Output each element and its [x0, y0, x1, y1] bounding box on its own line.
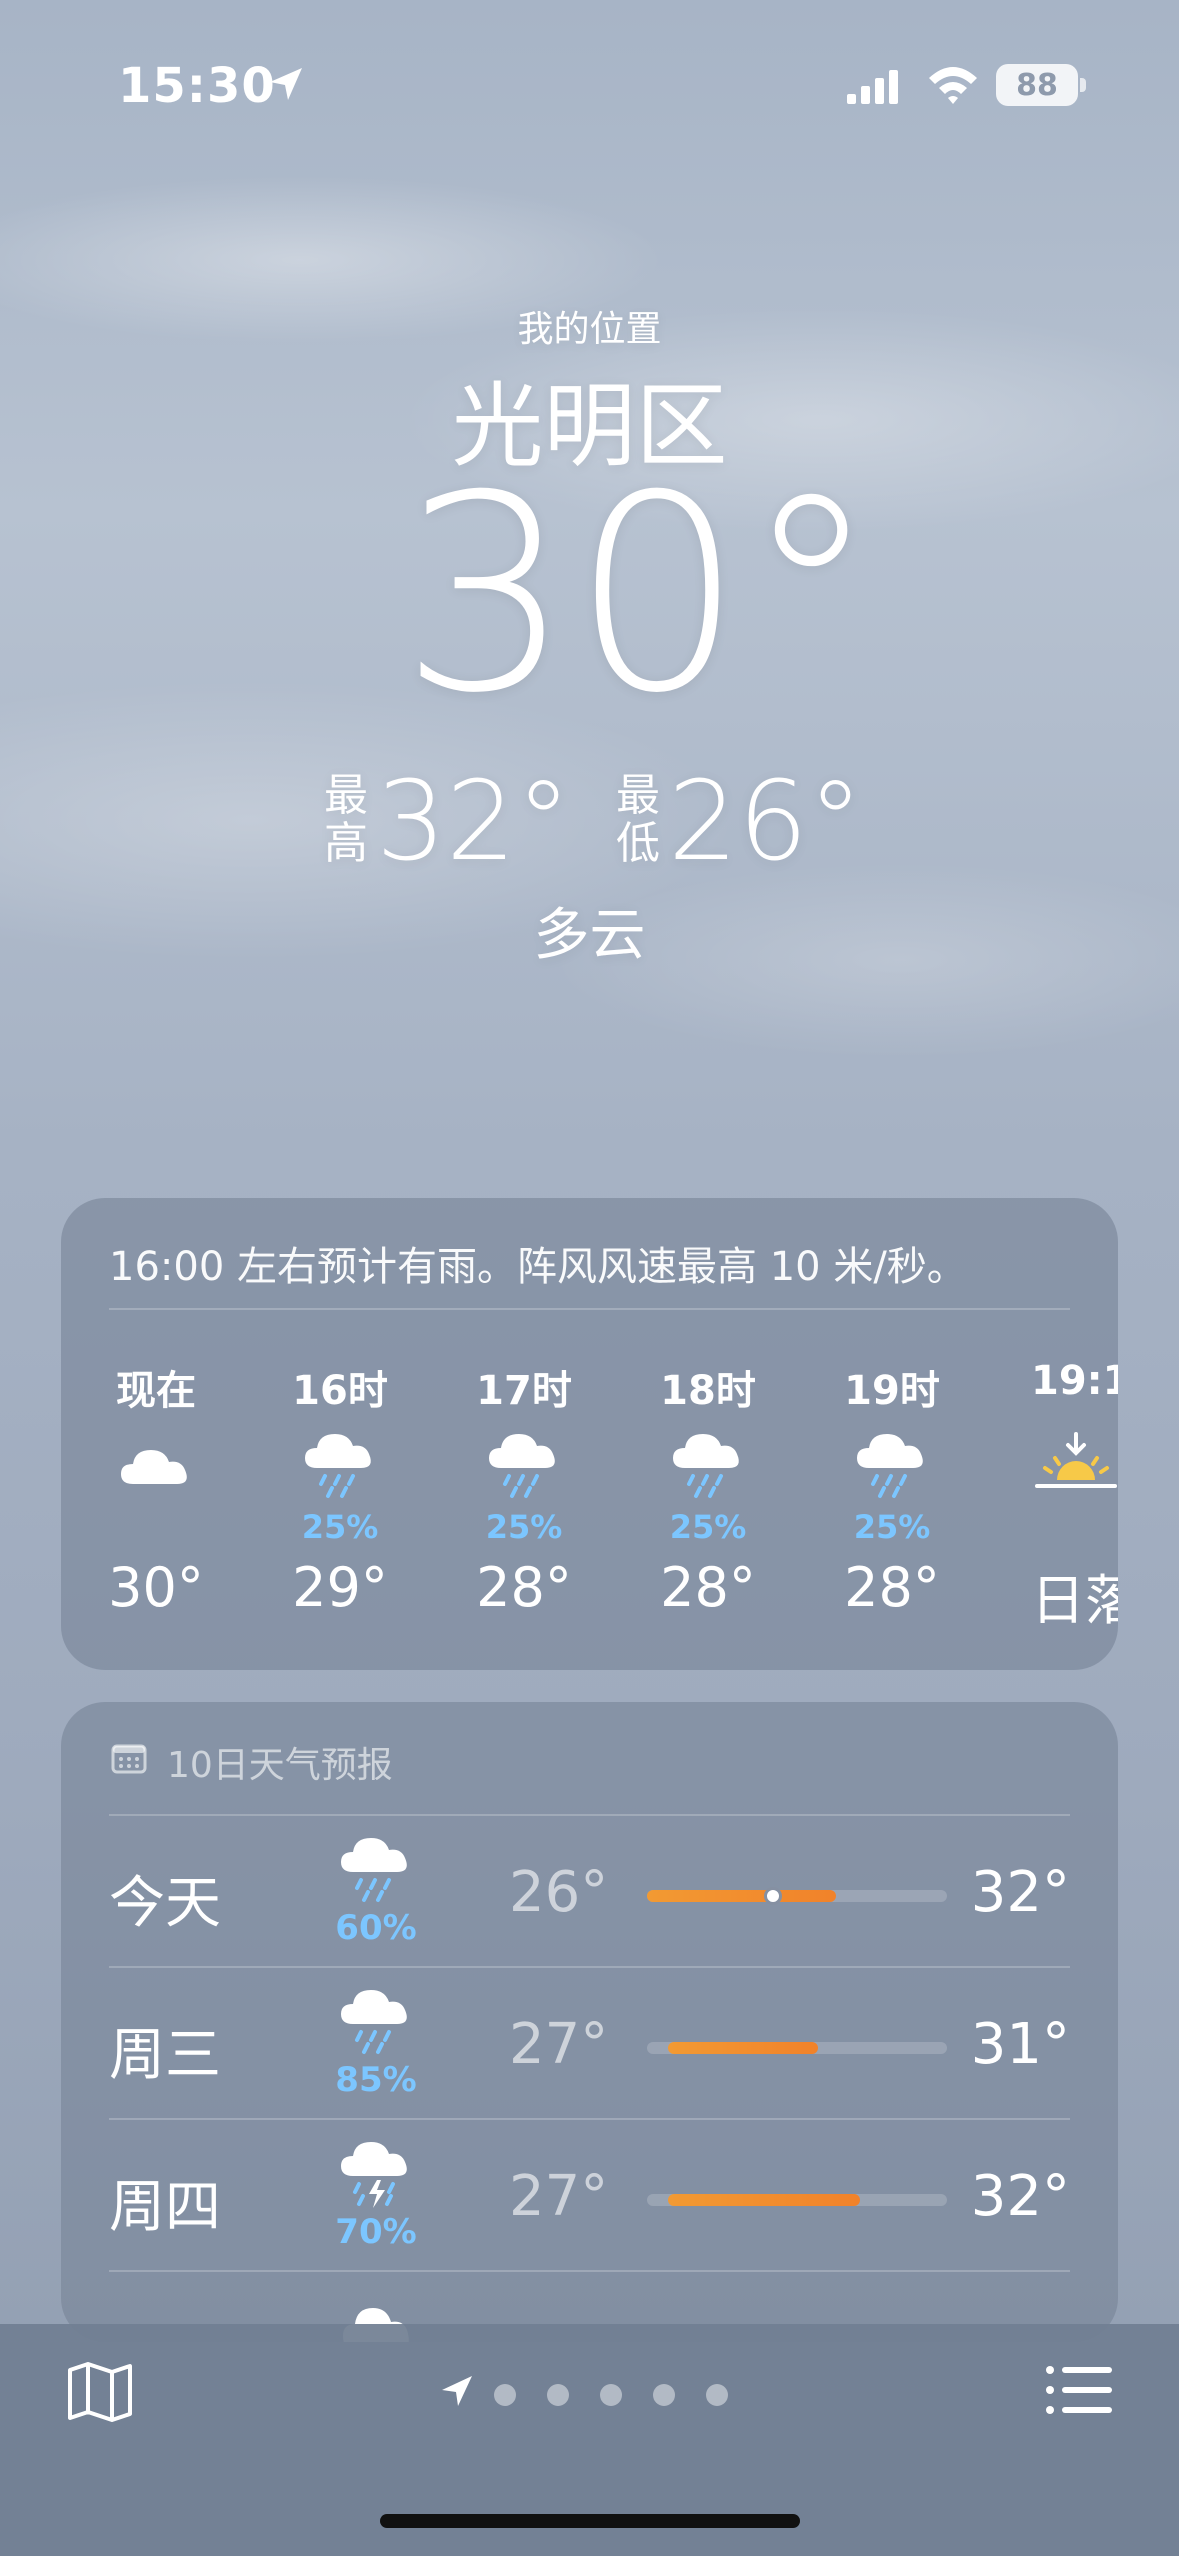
hour-precip: 25% [485, 1508, 563, 1546]
low-temperature: 26° [668, 757, 863, 885]
battery-level: 88 [1016, 67, 1058, 103]
page-dot[interactable] [653, 2384, 675, 2406]
cellular-signal-icon [847, 70, 898, 104]
day-name: 周四 [109, 2175, 221, 2240]
day-low: 26° [509, 1860, 609, 1925]
ten-day-title: 10日天气预报 [167, 1745, 393, 1786]
cloud-rain-icon [489, 1434, 555, 1498]
temperature-range-fill [668, 2042, 818, 2054]
battery-indicator: 88 [996, 64, 1078, 106]
hour-temp: 30° [108, 1556, 204, 1619]
temperature-range-bar [647, 2194, 947, 2206]
battery-tip [1080, 78, 1086, 92]
my-location-label: 我的位置 [517, 309, 662, 350]
current-temp-marker [764, 1887, 782, 1905]
current-temperature: 30° [400, 437, 879, 752]
day-precip: 60% [335, 1908, 417, 1948]
page-dot[interactable] [547, 2384, 569, 2406]
hour-precip [91, 1508, 221, 1548]
high-label-top: 最 [324, 770, 368, 821]
map-icon[interactable] [66, 2360, 134, 2424]
high-label-bottom: 高 [324, 818, 368, 869]
hour-precip: 25% [669, 1508, 747, 1546]
weather-condition: 多云 [533, 903, 646, 968]
cloud-rain-icon [673, 1434, 739, 1498]
high-low-temperatures: 最 高 32° 最 低 26° [322, 757, 863, 900]
hour-item: 现在 30° [91, 1358, 221, 1619]
day-low: 27° [509, 2164, 609, 2229]
temperature-range-bar [647, 2042, 947, 2054]
cloud-thunderstorm-icon [341, 2142, 407, 2208]
day-precip: 70% [335, 2212, 417, 2252]
day-name: 今天 [109, 1871, 221, 1936]
hourly-scroll[interactable]: 现在 30° 16时 25% 29° 17时 25% 28° 18时 25% 2… [61, 1358, 1118, 1658]
hour-precip: 25% [853, 1508, 931, 1546]
day-row-wed[interactable]: 周三 85% 27° 31° [109, 1968, 1070, 2118]
hour-label: 19时 [844, 1368, 940, 1414]
high-temperature: 32° [376, 757, 571, 885]
temperature-range-fill [647, 1890, 836, 1902]
divider [109, 1308, 1070, 1310]
calendar-icon [111, 1744, 147, 1774]
hourly-forecast-card[interactable]: 16:00 左右预计有雨。阵风风速最高 10 米/秒。 现在 30° 16时 2… [61, 1198, 1118, 1670]
low-label-top: 最 [616, 770, 660, 821]
divider [109, 2270, 1070, 2272]
cloud-icon [121, 1450, 187, 1484]
hour-item: 19时 25% 28° [827, 1358, 957, 1619]
location-arrow-icon [270, 68, 302, 100]
day-high: 32° [970, 2164, 1070, 2229]
hour-label: 17时 [476, 1368, 572, 1414]
cloud-rain-icon [341, 1838, 407, 1902]
hour-label: 16时 [292, 1368, 388, 1414]
hour-temp: 28° [844, 1556, 940, 1619]
temperature-range-bar [647, 1887, 947, 1905]
day-row-today[interactable]: 今天 60% 26° 32° [109, 1816, 1070, 1966]
sunset-icon [1035, 1432, 1117, 1488]
hour-precip: 25% [301, 1508, 379, 1546]
cloud-rain-icon [305, 1434, 371, 1498]
hour-temp: 29° [292, 1556, 388, 1619]
day-row-thu[interactable]: 周四 70% 27° 32° [109, 2120, 1070, 2270]
hour-item: 19:1 日落 [1031, 1358, 1118, 1635]
weather-alert-text: 16:00 左右预计有雨。阵风风速最高 10 米/秒。 [109, 1244, 967, 1290]
day-precip: 85% [335, 2060, 417, 2100]
wifi-icon [929, 67, 977, 104]
temperature-range-fill [668, 2194, 860, 2206]
hour-temp: 日落 [1031, 1569, 1118, 1632]
hour-item: 16时 25% 29° [275, 1358, 405, 1619]
hour-temp: 28° [476, 1556, 572, 1619]
location-arrow-icon [442, 2376, 472, 2406]
status-bar: 15:30 88 [0, 0, 1179, 170]
day-low: 27° [509, 2012, 609, 2077]
hour-precip [1031, 1508, 1118, 1548]
day-high: 31° [970, 2012, 1070, 2077]
hour-label: 现在 [116, 1368, 196, 1414]
hour-temp: 28° [660, 1556, 756, 1619]
hour-label: 19:1 [1031, 1358, 1118, 1404]
list-icon[interactable] [1044, 2364, 1114, 2416]
cloud-rain-icon [857, 1434, 923, 1498]
page-indicator[interactable] [436, 2372, 736, 2412]
day-name: 周三 [109, 2023, 221, 2088]
page-dot[interactable] [706, 2384, 728, 2406]
hour-item: 17时 25% 28° [459, 1358, 589, 1619]
hour-label: 18时 [660, 1368, 756, 1414]
page-dot[interactable] [494, 2384, 516, 2406]
home-indicator[interactable] [380, 2514, 800, 2528]
day-high: 32° [970, 1860, 1070, 1925]
status-time: 15:30 [118, 58, 276, 114]
low-label-bottom: 低 [616, 818, 660, 869]
cloud-rain-icon [341, 1990, 407, 2054]
hour-item: 18时 25% 28° [643, 1358, 773, 1619]
ten-day-forecast-card[interactable]: 10日天气预报 今天 60% 26° 32° 周三 85% 27° 31° 周四 [61, 1702, 1118, 2342]
page-dot[interactable] [600, 2384, 622, 2406]
